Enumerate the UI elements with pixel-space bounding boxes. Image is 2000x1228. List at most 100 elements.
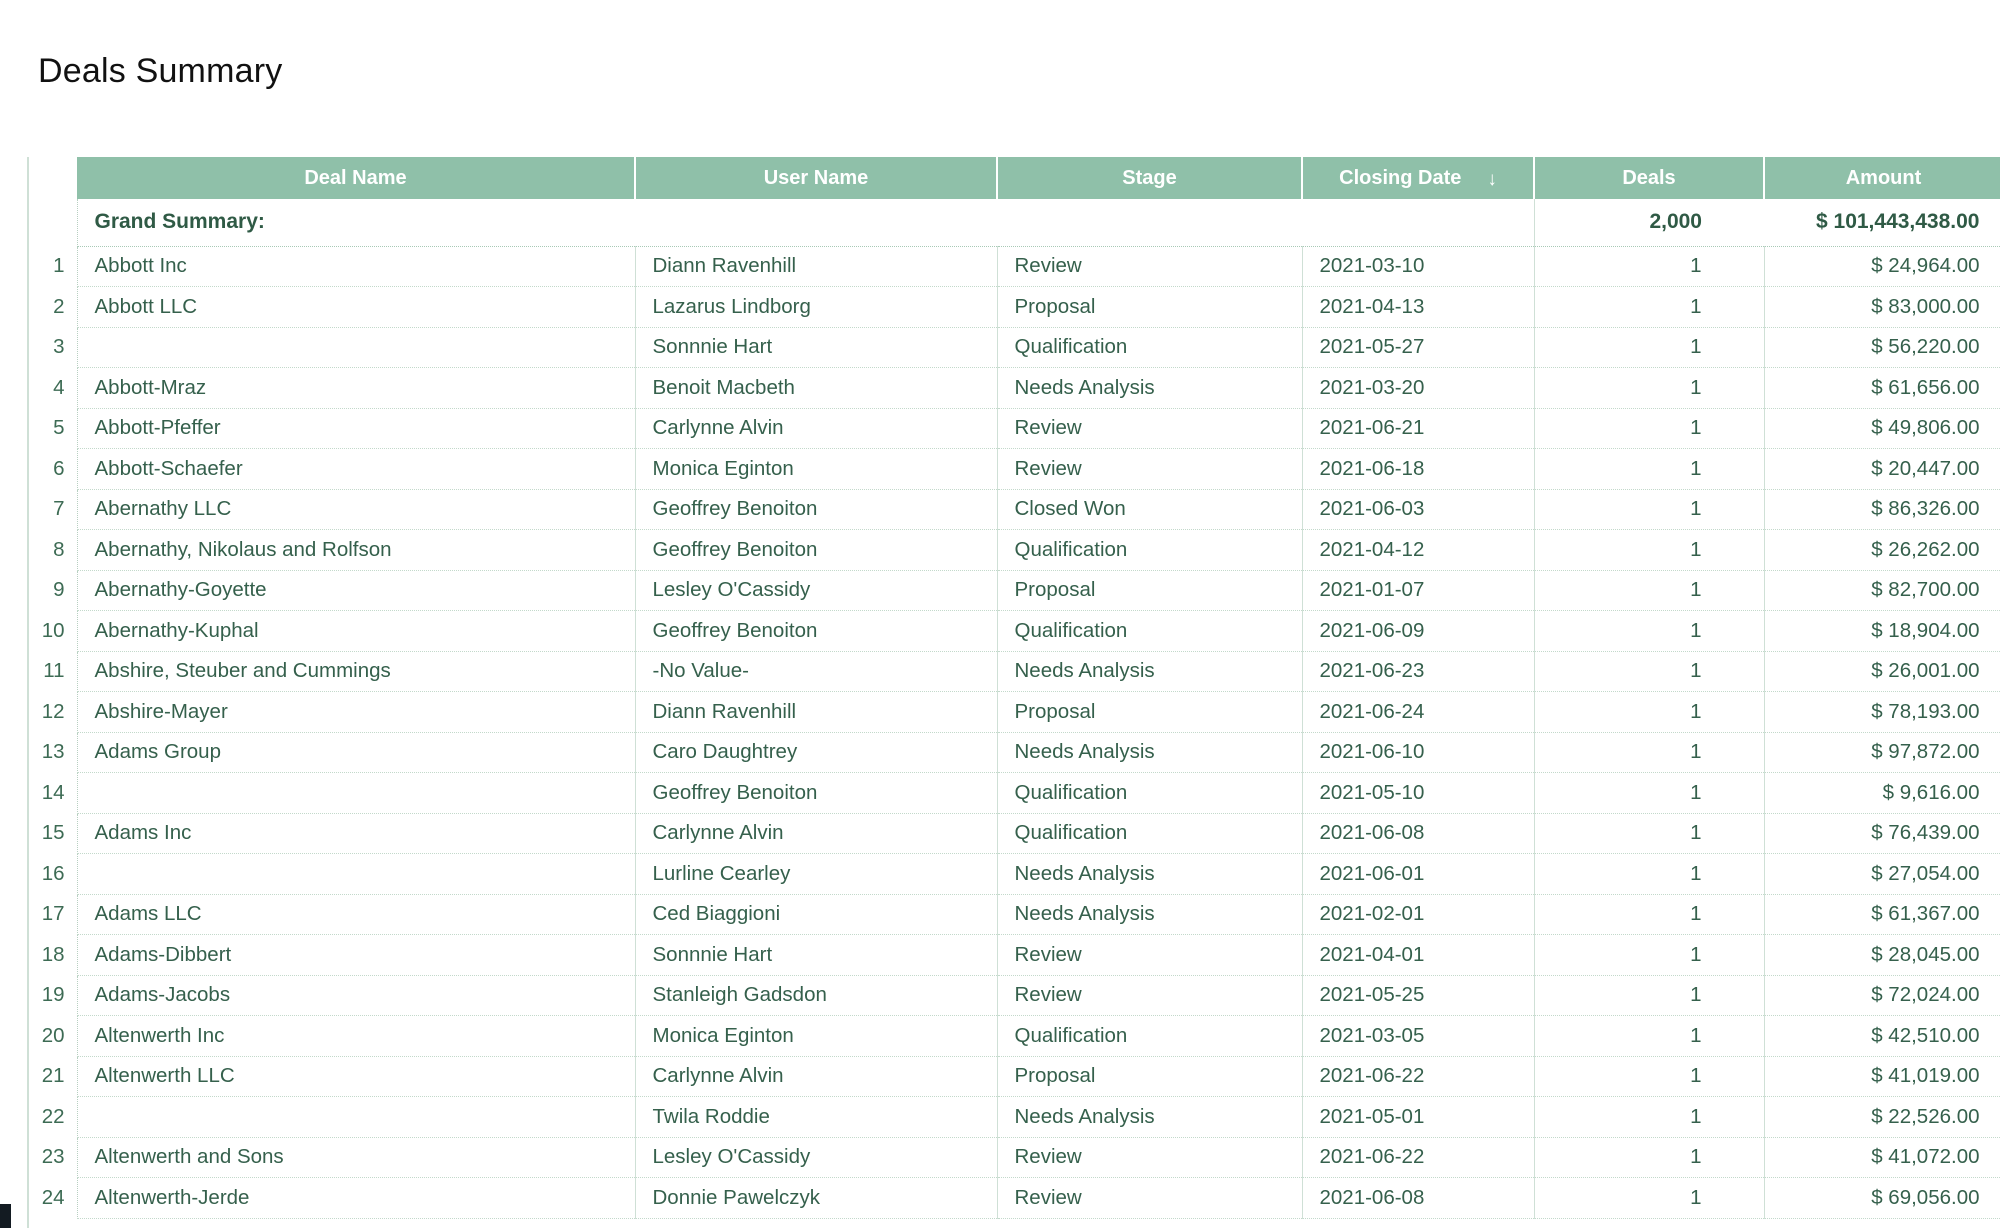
cell-user-name[interactable]: Twila Roddie xyxy=(634,1096,997,1138)
cell-user-name[interactable]: Monica Eginton xyxy=(634,1015,997,1057)
cell-deal-name[interactable]: Adams-Dibbert xyxy=(76,934,635,976)
cell-closing-date[interactable]: 2021-05-27 xyxy=(1301,327,1534,368)
cell-amount[interactable]: $ 69,056.00 xyxy=(1763,1177,2000,1219)
column-header-closing-date[interactable]: Closing Date ↓ xyxy=(1302,157,1535,199)
cell-amount[interactable]: $ 83,000.00 xyxy=(1763,286,2000,328)
cell-amount[interactable]: $ 24,964.00 xyxy=(1763,246,2000,287)
cell-closing-date[interactable]: 2021-06-22 xyxy=(1301,1056,1534,1097)
table-row[interactable]: 23 Altenwerth and Sons Lesley O'Cassidy Rev… xyxy=(29,1137,2000,1178)
deals-table-container[interactable]: Deal Name User Name Stage Closing Date ↓ xyxy=(27,157,2000,1228)
cell-stage[interactable]: Needs Analysis xyxy=(996,651,1302,692)
cell-stage[interactable]: Needs Analysis xyxy=(996,853,1302,895)
cell-closing-date[interactable]: 2021-05-01 xyxy=(1301,1096,1534,1138)
cell-user-name[interactable]: Ced Biaggioni xyxy=(634,894,997,935)
cell-stage[interactable]: Qualification xyxy=(996,772,1302,814)
cell-stage[interactable]: Qualification xyxy=(996,610,1302,652)
cell-stage[interactable]: Needs Analysis xyxy=(996,732,1302,773)
cell-stage[interactable]: Proposal xyxy=(996,1056,1302,1097)
cell-closing-date[interactable]: 2021-06-08 xyxy=(1301,1177,1534,1219)
cell-amount[interactable]: $ 76,439.00 xyxy=(1763,813,2000,854)
cell-user-name[interactable]: Sonnnie Hart xyxy=(634,327,997,368)
cell-stage[interactable]: Needs Analysis xyxy=(996,367,1302,409)
cell-amount[interactable]: $ 26,262.00 xyxy=(1763,529,2000,571)
cell-deals-count[interactable]: 1 xyxy=(1533,1015,1764,1057)
cell-stage[interactable]: Needs Analysis xyxy=(996,894,1302,935)
cell-closing-date[interactable]: 2021-06-10 xyxy=(1301,732,1534,773)
cell-amount[interactable]: $ 18,904.00 xyxy=(1763,610,2000,652)
column-header-user-name[interactable]: User Name xyxy=(635,157,998,199)
cell-stage[interactable]: Review xyxy=(996,975,1302,1016)
cell-deal-name[interactable]: Adams Inc xyxy=(76,813,635,854)
cell-amount[interactable]: $ 42,510.00 xyxy=(1763,1015,2000,1057)
cell-deal-name[interactable]: Adams-Jacobs xyxy=(76,975,635,1016)
cell-deals-count[interactable]: 1 xyxy=(1533,691,1764,733)
cell-stage[interactable]: Review xyxy=(996,934,1302,976)
cell-deal-name[interactable]: Abbott-Pfeffer xyxy=(76,408,635,449)
cell-deals-count[interactable]: 1 xyxy=(1533,975,1764,1016)
cell-user-name[interactable]: Geoffrey Benoiton xyxy=(634,772,997,814)
table-row[interactable]: 16 Lurline Cearley Needs Analysis 2021-06-0… xyxy=(29,853,2000,895)
cell-deal-name[interactable]: Abbott LLC xyxy=(76,286,635,328)
cell-amount[interactable]: $ 49,806.00 xyxy=(1763,408,2000,449)
cell-deals-count[interactable]: 1 xyxy=(1533,894,1764,935)
cell-user-name[interactable]: Diann Ravenhill xyxy=(634,246,997,287)
table-row[interactable]: 5 Abbott-Pfeffer Carlynne Alvin Review 2021-… xyxy=(29,408,2000,449)
cell-deals-count[interactable]: 1 xyxy=(1533,651,1764,692)
cell-amount[interactable]: $ 22,526.00 xyxy=(1763,1096,2000,1138)
cell-closing-date[interactable]: 2021-04-13 xyxy=(1301,286,1534,328)
cell-closing-date[interactable]: 2021-03-05 xyxy=(1301,1015,1534,1057)
cell-deal-name[interactable]: Abernathy-Goyette xyxy=(76,570,635,611)
table-row[interactable]: 22 Twila Roddie Needs Analysis 2021-05-01 1 $… xyxy=(29,1096,2000,1138)
cell-amount[interactable]: $ 41,072.00 xyxy=(1763,1137,2000,1178)
cell-deals-count[interactable]: 1 xyxy=(1533,367,1764,409)
cell-deal-name[interactable] xyxy=(76,772,635,814)
cell-closing-date[interactable]: 2021-01-07 xyxy=(1301,570,1534,611)
cell-deals-count[interactable]: 1 xyxy=(1533,772,1764,814)
cell-deal-name[interactable] xyxy=(76,327,635,368)
cell-closing-date[interactable]: 2021-04-12 xyxy=(1301,529,1534,571)
cell-closing-date[interactable]: 2021-03-10 xyxy=(1301,246,1534,287)
cell-closing-date[interactable]: 2021-06-08 xyxy=(1301,813,1534,854)
cell-closing-date[interactable]: 2021-05-25 xyxy=(1301,975,1534,1016)
cell-amount[interactable]: $ 61,367.00 xyxy=(1763,894,2000,935)
cell-deals-count[interactable]: 1 xyxy=(1533,1096,1764,1138)
cell-amount[interactable]: $ 61,656.00 xyxy=(1763,367,2000,409)
table-row[interactable]: 7 Abernathy LLC Geoffrey Benoiton Closed Wo… xyxy=(29,489,2000,530)
cell-user-name[interactable]: Lurline Cearley xyxy=(634,853,997,895)
cell-deal-name[interactable]: Altenwerth LLC xyxy=(76,1056,635,1097)
column-header-stage[interactable]: Stage xyxy=(997,157,1303,199)
cell-deals-count[interactable]: 1 xyxy=(1533,934,1764,976)
cell-user-name[interactable]: Geoffrey Benoiton xyxy=(634,489,997,530)
cell-closing-date[interactable]: 2021-06-21 xyxy=(1301,408,1534,449)
cell-amount[interactable]: $ 86,326.00 xyxy=(1763,489,2000,530)
cell-deal-name[interactable] xyxy=(76,1096,635,1138)
cell-deals-count[interactable]: 1 xyxy=(1533,448,1764,490)
table-row[interactable]: 14 Geoffrey Benoiton Qualification 2021-05-… xyxy=(29,772,2000,814)
cell-amount[interactable]: $ 20,447.00 xyxy=(1763,448,2000,490)
cell-deal-name[interactable]: Abbott Inc xyxy=(76,246,635,287)
cell-stage[interactable]: Qualification xyxy=(996,327,1302,368)
cell-user-name[interactable]: Carlynne Alvin xyxy=(634,1056,997,1097)
cell-amount[interactable]: $ 26,001.00 xyxy=(1763,651,2000,692)
cell-user-name[interactable]: Sonnnie Hart xyxy=(634,934,997,976)
cell-closing-date[interactable]: 2021-03-20 xyxy=(1301,367,1534,409)
cell-deals-count[interactable]: 1 xyxy=(1533,529,1764,571)
table-row[interactable]: 2 Abbott LLC Lazarus Lindborg Proposal 2021-… xyxy=(29,286,2000,328)
cell-closing-date[interactable]: 2021-05-10 xyxy=(1301,772,1534,814)
cell-deals-count[interactable]: 1 xyxy=(1533,1137,1764,1178)
sort-descending-icon[interactable]: ↓ xyxy=(1487,170,1497,189)
cell-closing-date[interactable]: 2021-02-01 xyxy=(1301,894,1534,935)
cell-user-name[interactable]: Stanleigh Gadsdon xyxy=(634,975,997,1016)
cell-amount[interactable]: $ 72,024.00 xyxy=(1763,975,2000,1016)
cell-closing-date[interactable]: 2021-06-22 xyxy=(1301,1137,1534,1178)
table-row[interactable]: 24 Altenwerth-Jerde Donnie Pawelczyk Review… xyxy=(29,1177,2000,1219)
cell-deal-name[interactable]: Abbott-Mraz xyxy=(76,367,635,409)
cell-stage[interactable]: Closed Won xyxy=(996,489,1302,530)
cell-deal-name[interactable]: Adams Group xyxy=(76,732,635,773)
cell-closing-date[interactable]: 2021-06-09 xyxy=(1301,610,1534,652)
cell-stage[interactable]: Proposal xyxy=(996,286,1302,328)
table-row[interactable]: 21 Altenwerth LLC Carlynne Alvin Proposal 20… xyxy=(29,1056,2000,1097)
table-row[interactable]: 3 Sonnnie Hart Qualification 2021-05-27 1 $ 5… xyxy=(29,327,2000,368)
table-row[interactable]: 18 Adams-Dibbert Sonnnie Hart Review 2021-04… xyxy=(29,934,2000,976)
cell-user-name[interactable]: Diann Ravenhill xyxy=(634,691,997,733)
